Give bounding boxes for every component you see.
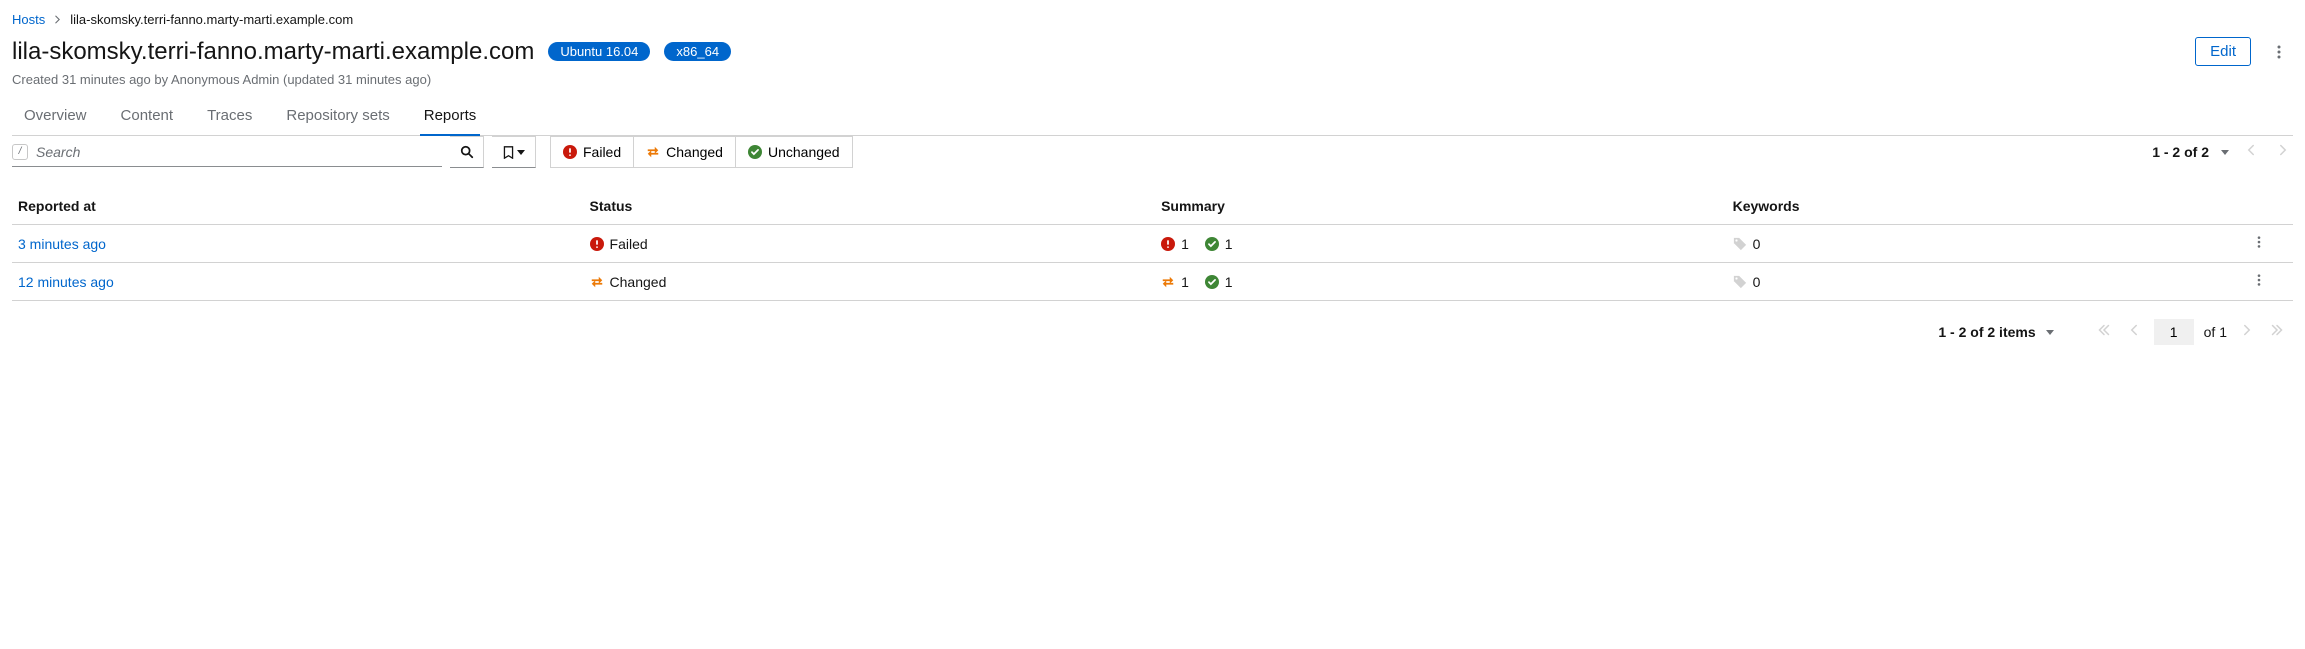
page-subtitle: Created 31 minutes ago by Anonymous Admi… (12, 72, 2293, 87)
status-label: Changed (610, 274, 667, 290)
changed-icon (590, 275, 604, 289)
keywords-count: 0 (1753, 274, 1761, 290)
reports-table: Reported at Status Summary Keywords 3 mi… (12, 188, 2293, 301)
filter-changed-label: Changed (666, 144, 723, 160)
filter-unchanged-button[interactable]: Unchanged (736, 136, 853, 168)
tabs: Overview Content Traces Repository sets … (12, 97, 2293, 136)
tab-reports[interactable]: Reports (420, 97, 481, 136)
search-icon (460, 145, 474, 159)
tab-overview[interactable]: Overview (20, 97, 91, 136)
pager-last-button[interactable] (2267, 323, 2287, 341)
col-status[interactable]: Status (590, 198, 1162, 214)
tab-traces[interactable]: Traces (203, 97, 256, 136)
col-keywords[interactable]: Keywords (1733, 198, 2247, 214)
edit-button[interactable]: Edit (2195, 37, 2251, 66)
failed-icon (590, 237, 604, 251)
chevron-down-icon[interactable] (2221, 150, 2229, 155)
pager-page-input[interactable] (2154, 319, 2194, 345)
filter-failed-label: Failed (583, 144, 621, 160)
ok-icon (1205, 275, 1219, 289)
summary-changed-count: 1 (1181, 274, 1189, 290)
table-row: 3 minutes ago Failed 1 1 0 (12, 225, 2293, 263)
cell-status: Changed (590, 274, 1162, 290)
pager-prev-button[interactable] (2241, 143, 2261, 161)
failed-icon (1161, 237, 1175, 251)
tag-icon (1733, 275, 1747, 289)
chevron-down-icon[interactable] (2046, 330, 2054, 335)
status-label: Failed (610, 236, 648, 252)
search-wrap: / (12, 138, 442, 167)
cell-summary: 1 1 (1161, 274, 1733, 290)
bookmark-icon (502, 146, 515, 159)
breadcrumb-root-link[interactable]: Hosts (12, 12, 45, 27)
tab-repository-sets[interactable]: Repository sets (282, 97, 393, 136)
cell-keywords: 0 (1733, 236, 2247, 252)
tag-icon (1733, 237, 1747, 251)
summary-ok-count: 1 (1225, 274, 1233, 290)
search-button[interactable] (450, 136, 484, 168)
status-filter-group: Failed Changed Unchanged (550, 136, 853, 168)
search-input[interactable] (32, 138, 442, 166)
pager-top: 1 - 2 of 2 (2152, 143, 2293, 161)
summary-ok-count: 1 (1225, 236, 1233, 252)
pager-prev-button[interactable] (2124, 323, 2144, 341)
changed-icon (1161, 275, 1175, 289)
cell-summary: 1 1 (1161, 236, 1733, 252)
keywords-count: 0 (1753, 236, 1761, 252)
ok-icon (1205, 237, 1219, 251)
os-badge: Ubuntu 16.04 (548, 42, 650, 61)
page-header: lila-skomsky.terri-fanno.marty-marti.exa… (12, 37, 2293, 66)
col-reported-at[interactable]: Reported at (18, 198, 590, 214)
cell-keywords: 0 (1733, 274, 2247, 290)
pager-next-button[interactable] (2237, 323, 2257, 341)
slash-shortcut-icon: / (12, 144, 28, 160)
filter-changed-button[interactable]: Changed (634, 136, 736, 168)
toolbar: / Failed Changed Unchanged 1 - (12, 136, 2293, 168)
table-row: 12 minutes ago Changed 1 1 0 (12, 263, 2293, 301)
col-summary[interactable]: Summary (1161, 198, 1733, 214)
pager-top-range: 1 - 2 of 2 (2152, 144, 2209, 160)
pager-of-label: of 1 (2204, 324, 2227, 340)
table-header: Reported at Status Summary Keywords (12, 188, 2293, 225)
unchanged-icon (748, 145, 762, 159)
chevron-right-icon (53, 13, 62, 27)
page-title: lila-skomsky.terri-fanno.marty-marti.exa… (12, 38, 534, 66)
filter-failed-button[interactable]: Failed (550, 136, 634, 168)
breadcrumb-current: lila-skomsky.terri-fanno.marty-marti.exa… (70, 12, 353, 27)
filter-unchanged-label: Unchanged (768, 144, 840, 160)
pager-next-button[interactable] (2273, 143, 2293, 161)
pager-first-button[interactable] (2094, 323, 2114, 341)
report-link[interactable]: 12 minutes ago (18, 274, 114, 290)
report-link[interactable]: 3 minutes ago (18, 236, 106, 252)
pager-bottom: 1 - 2 of 2 items of 1 (12, 301, 2293, 349)
row-actions-kebab[interactable] (2247, 273, 2271, 290)
bookmarks-button[interactable] (492, 136, 536, 168)
cell-status: Failed (590, 236, 1162, 252)
pager-bottom-range: 1 - 2 of 2 items (1938, 324, 2035, 340)
changed-icon (646, 145, 660, 159)
breadcrumb: Hosts lila-skomsky.terri-fanno.marty-mar… (12, 12, 2293, 27)
summary-failed-count: 1 (1181, 236, 1189, 252)
tab-content[interactable]: Content (117, 97, 178, 136)
failed-icon (563, 145, 577, 159)
header-actions-kebab[interactable] (2265, 38, 2293, 66)
arch-badge: x86_64 (664, 42, 731, 61)
row-actions-kebab[interactable] (2247, 235, 2271, 252)
chevron-down-icon (517, 150, 525, 155)
